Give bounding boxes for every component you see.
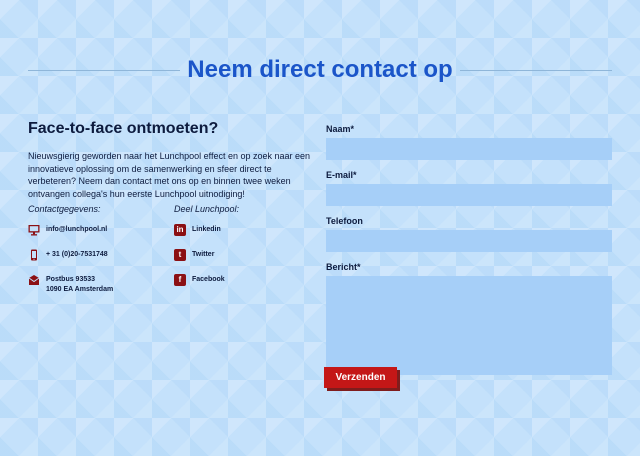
linkedin-icon: in <box>174 224 186 236</box>
email-link[interactable]: info@lunchpool.nl <box>28 224 107 236</box>
email-field[interactable] <box>326 184 612 206</box>
facebook-icon: f <box>174 274 186 286</box>
email-label: E-mail* <box>326 170 357 180</box>
envelope-icon <box>28 274 40 286</box>
share-facebook-label: Facebook <box>192 276 225 283</box>
name-label: Naam* <box>326 124 355 134</box>
message-field[interactable] <box>326 276 612 375</box>
phone-text: + 31 (0)20-7531748 <box>46 251 108 258</box>
phone-link[interactable]: + 31 (0)20-7531748 <box>28 249 108 261</box>
message-label: Bericht* <box>326 262 361 272</box>
page-title: Neem direct contact op <box>187 56 453 83</box>
title-divider-left <box>28 70 180 71</box>
contact-form: Naam* E-mail* Telefoon Bericht* <box>326 124 612 385</box>
name-field[interactable] <box>326 138 612 160</box>
contact-info-section: Face-to-face ontmoeten? Nieuwsgierig gew… <box>28 120 320 293</box>
phone-field[interactable] <box>326 230 612 252</box>
phone-icon <box>28 249 40 261</box>
title-divider-right <box>460 70 612 71</box>
intro-text: Nieuwsgierig geworden naar het Lunchpool… <box>28 151 311 199</box>
share-twitter-label: Twitter <box>192 251 215 258</box>
twitter-icon: t <box>174 249 186 261</box>
email-text: info@lunchpool.nl <box>46 226 108 233</box>
address-text: Postbus 93533 1090 EA Amsterdam <box>46 274 113 295</box>
phone-label: Telefoon <box>326 216 363 226</box>
page-header: Neem direct contact op <box>0 52 640 88</box>
share-facebook-link[interactable]: f Facebook <box>174 274 225 286</box>
address: Postbus 93533 1090 EA Amsterdam <box>28 274 113 295</box>
share-title: Deel Lunchpool: <box>174 204 240 214</box>
share-linkedin-label: Linkedin <box>192 226 221 233</box>
address-line-2: 1090 EA Amsterdam <box>46 286 114 293</box>
contact-details-title: Contactgegevens: <box>28 204 101 214</box>
share-linkedin-link[interactable]: in Linkedin <box>174 224 221 236</box>
submit-button[interactable]: Verzenden <box>324 367 397 388</box>
monitor-icon <box>28 224 40 236</box>
share-twitter-link[interactable]: t Twitter <box>174 249 214 261</box>
address-line-1: Postbus 93533 <box>46 276 96 283</box>
intro-heading: Face-to-face ontmoeten? <box>28 120 219 137</box>
